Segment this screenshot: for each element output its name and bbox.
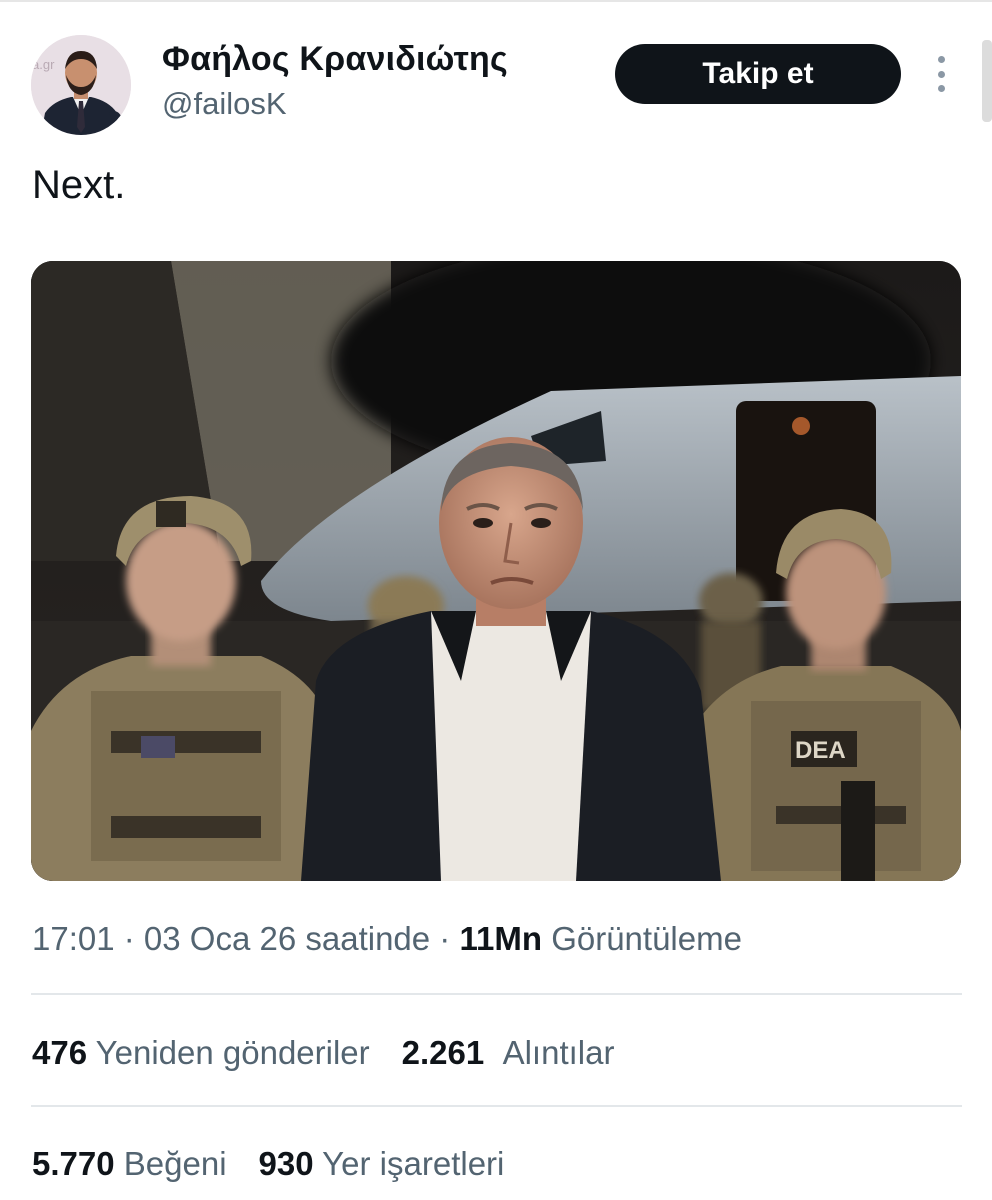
scrollbar-thumb[interactable] <box>982 40 992 122</box>
author-handle[interactable]: @failosK <box>162 86 287 122</box>
follow-button[interactable]: Takip et <box>615 44 901 104</box>
bookmarks-count: 930 <box>258 1145 314 1182</box>
reposts-label: Yeniden gönderiler <box>95 1034 370 1071</box>
bookmarks-stat[interactable]: 930 Yer işaretleri <box>259 1145 505 1182</box>
photo-illustration: DEA <box>31 261 961 881</box>
dot <box>937 70 945 78</box>
more-vertical-icon[interactable] <box>930 56 952 92</box>
tweet-time[interactable]: 17:01 <box>32 920 115 957</box>
dea-patch-text: DEA <box>795 737 846 764</box>
avatar-image: a.gr <box>31 35 131 135</box>
quotes-count: 2.261 <box>401 1034 485 1071</box>
tweet-media-photo[interactable]: DEA <box>31 261 961 881</box>
divider <box>31 993 962 995</box>
avatar[interactable]: a.gr <box>31 35 131 135</box>
bookmarks-label: Yer işaretleri <box>322 1145 505 1182</box>
views-count: 11Mn <box>459 920 543 957</box>
top-border <box>0 0 992 2</box>
dot <box>937 85 945 92</box>
dot <box>937 56 945 63</box>
avatar-watermark: a.gr <box>32 57 55 72</box>
author-display-name[interactable]: Φαήλος Κρανιδιώτης <box>162 40 508 79</box>
likes-count: 5.770 <box>32 1145 115 1182</box>
views-label: Görüntüleme <box>551 920 742 957</box>
divider <box>31 1105 962 1107</box>
separator: · <box>114 920 144 957</box>
tweet-date[interactable]: 03 Oca 26 saatinde <box>144 920 430 957</box>
tweet-text: Next. <box>32 163 126 207</box>
likes-label: Beğeni <box>123 1145 227 1182</box>
quotes-label: Alıntılar <box>502 1034 615 1071</box>
engagement-row-1: 476 Yeniden gönderiler 2.261 Alıntılar <box>32 1034 614 1072</box>
tweet-timestamp-line: 17:01 · 03 Oca 26 saatinde · 11Mn Görünt… <box>32 920 742 958</box>
likes-stat[interactable]: 5.770 Beğeni <box>32 1145 227 1182</box>
engagement-row-2: 5.770 Beğeni 930 Yer işaretleri <box>32 1145 504 1183</box>
reposts-count: 476 <box>32 1034 88 1071</box>
quotes-stat[interactable]: 2.261 Alıntılar <box>402 1034 615 1071</box>
separator: · <box>430 920 460 957</box>
reposts-stat[interactable]: 476 Yeniden gönderiler <box>32 1034 370 1071</box>
